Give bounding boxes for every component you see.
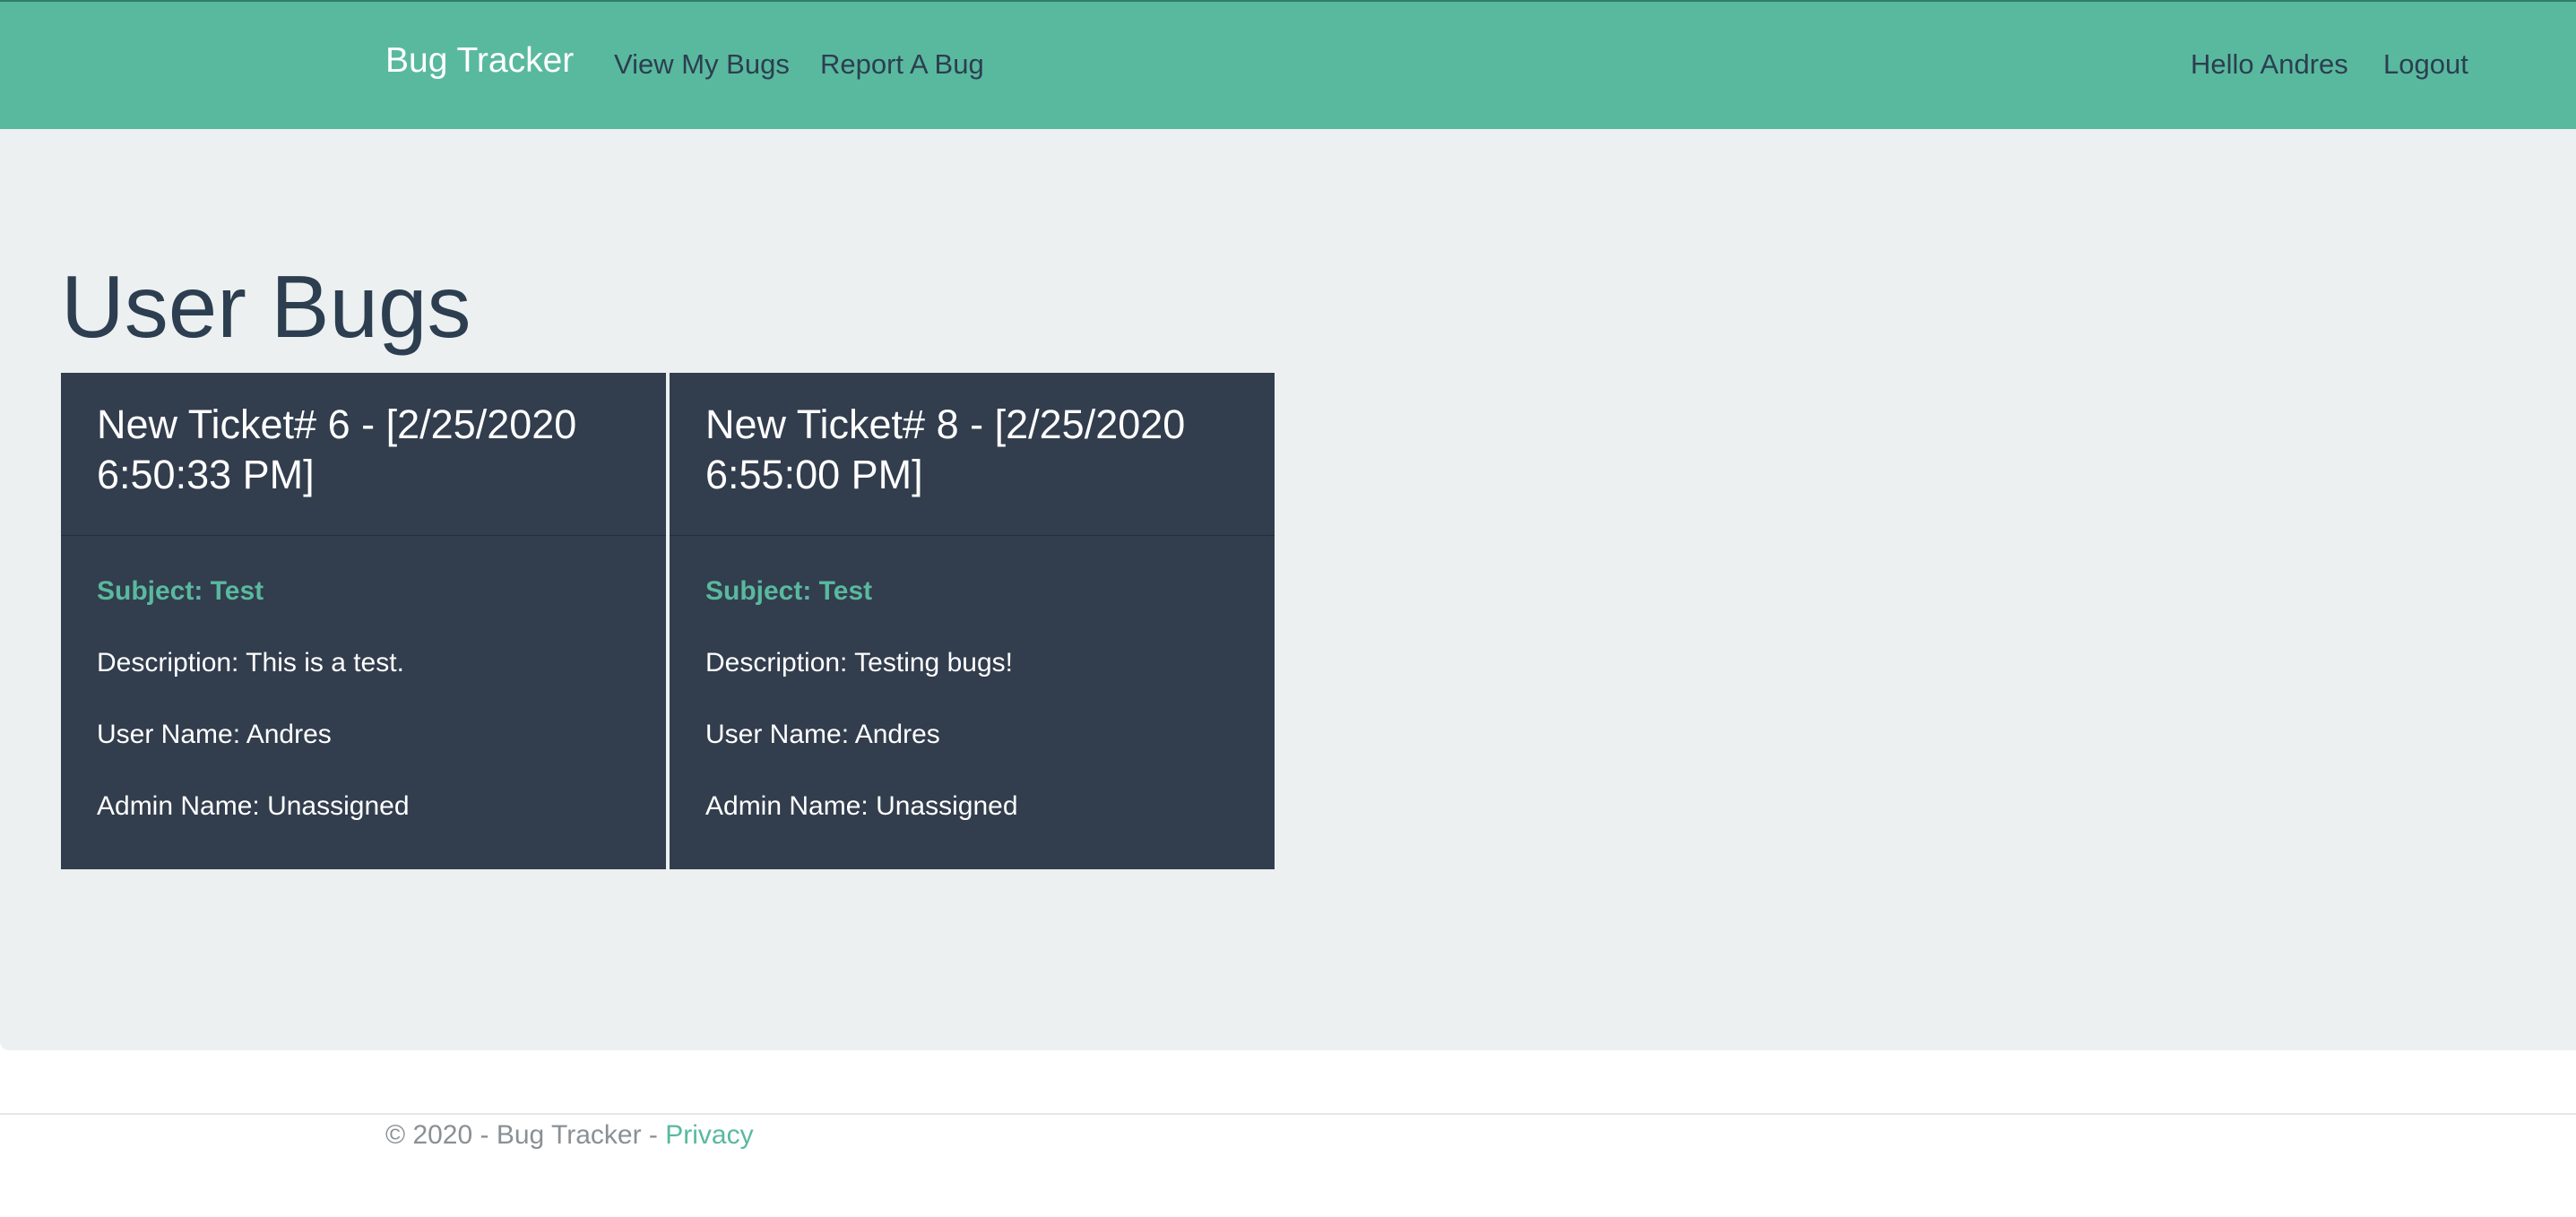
ticket-card-body: Subject: Test Description: This is a tes… xyxy=(61,536,666,824)
footer-divider xyxy=(0,1113,2576,1115)
ticket-user-name: User Name: Andres xyxy=(97,720,332,749)
ticket-card-header: New Ticket# 8 - [2/25/2020 6:55:00 PM] xyxy=(670,373,1275,536)
brand-link[interactable]: Bug Tracker xyxy=(385,41,574,81)
ticket-admin-name: Admin Name: Unassigned xyxy=(97,791,410,821)
main-jumbotron: User Bugs New Ticket# 6 - [2/25/2020 6:5… xyxy=(0,129,2576,1050)
ticket-subject: Subject: Test xyxy=(97,576,264,606)
ticket-description: Description: Testing bugs! xyxy=(705,648,1013,678)
nav-link-user-greeting[interactable]: Hello Andres xyxy=(2191,48,2348,81)
ticket-card-body: Subject: Test Description: Testing bugs!… xyxy=(670,536,1275,824)
ticket-card: New Ticket# 6 - [2/25/2020 6:50:33 PM] S… xyxy=(61,373,666,869)
privacy-link[interactable]: Privacy xyxy=(665,1120,753,1150)
ticket-title: New Ticket# 6 - [2/25/2020 6:50:33 PM] xyxy=(97,401,577,497)
ticket-card: New Ticket# 8 - [2/25/2020 6:55:00 PM] S… xyxy=(670,373,1275,869)
ticket-subject: Subject: Test xyxy=(705,576,873,606)
footer: © 2020 - Bug Tracker - Privacy xyxy=(385,1120,754,1151)
ticket-admin-name: Admin Name: Unassigned xyxy=(705,791,1018,821)
top-navbar: Bug Tracker View My Bugs Report A Bug He… xyxy=(0,0,2576,129)
footer-copyright: © 2020 - Bug Tracker - xyxy=(385,1120,666,1150)
ticket-description: Description: This is a test. xyxy=(97,648,404,678)
ticket-card-list: New Ticket# 6 - [2/25/2020 6:50:33 PM] S… xyxy=(61,373,1275,869)
nav-link-report-a-bug[interactable]: Report A Bug xyxy=(820,48,984,81)
ticket-title: New Ticket# 8 - [2/25/2020 6:55:00 PM] xyxy=(705,401,1186,497)
ticket-user-name: User Name: Andres xyxy=(705,720,940,749)
ticket-card-header: New Ticket# 6 - [2/25/2020 6:50:33 PM] xyxy=(61,373,666,536)
page-title: User Bugs xyxy=(61,257,471,356)
nav-link-logout[interactable]: Logout xyxy=(2383,48,2468,81)
nav-link-view-my-bugs[interactable]: View My Bugs xyxy=(614,48,790,81)
